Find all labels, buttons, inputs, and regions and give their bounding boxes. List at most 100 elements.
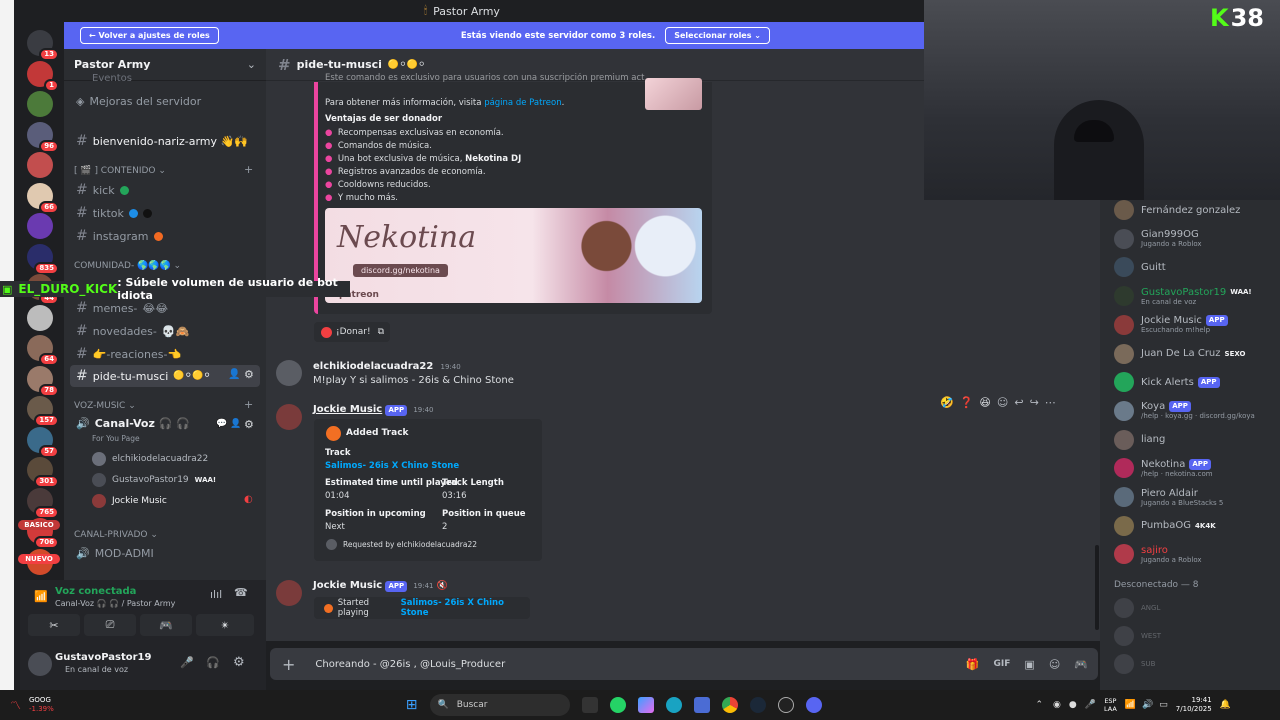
member-item[interactable]: Koya APP/help · koya.gg · discord.gg/koya <box>1114 400 1255 421</box>
select-roles-button[interactable]: Seleccionar roles ⌄ <box>665 27 770 44</box>
add-channel-icon[interactable]: + <box>244 398 253 411</box>
server-icon[interactable] <box>27 213 53 239</box>
disconnect-icon[interactable]: ☎ <box>234 586 248 599</box>
patreon-link[interactable]: página de Patreon <box>484 98 561 108</box>
gear-icon[interactable]: ⚙ <box>244 418 254 431</box>
gear-icon[interactable]: ⚙ <box>233 655 245 670</box>
server-icon[interactable]: 66 <box>27 182 59 214</box>
screen-share-button[interactable]: ⎚ <box>84 614 136 636</box>
chat-scrollbar[interactable] <box>1095 545 1099 630</box>
member-item-offline[interactable]: SUB <box>1114 654 1155 674</box>
member-item[interactable]: liang <box>1114 429 1165 450</box>
tray-microphone-icon[interactable]: 🎤 <box>1085 700 1096 710</box>
member-item[interactable]: Fernández gonzalez <box>1114 200 1240 220</box>
camera-off-button[interactable]: ✂ <box>28 614 80 636</box>
member-item[interactable]: Piero Aldair Jugando a BlueStacks 5 <box>1114 487 1223 507</box>
more-icon[interactable]: ⋯ <box>1045 396 1056 409</box>
channel-memes[interactable]: # memes- 😂😂 <box>76 300 168 316</box>
voice-user[interactable]: GustavoPastor19 WAA! <box>92 473 216 487</box>
notifications-icon[interactable]: 🔔 <box>1220 700 1231 710</box>
avatar[interactable] <box>276 404 302 430</box>
add-reaction-icon[interactable]: ☺ <box>997 396 1008 409</box>
channel-instagram[interactable]: # instagram <box>76 228 163 244</box>
server-icon[interactable]: 96 <box>27 121 59 153</box>
message-author[interactable]: Jockie Music <box>313 404 382 415</box>
steam-icon[interactable] <box>749 697 766 713</box>
language-indicator[interactable]: ESP LAA <box>1104 697 1117 713</box>
add-member-icon[interactable]: 👤 <box>228 369 240 380</box>
clock[interactable]: 19:41 7/10/2025 <box>1176 696 1212 714</box>
nekotina-banner-image[interactable]: Nekotina discord.gg/nekotina patreon <box>325 208 702 303</box>
gif-icon[interactable]: GIF <box>994 659 1011 669</box>
category-comunidad[interactable]: COMUNIDAD- 🌎🌎🌎 ⌄ <box>74 261 181 271</box>
track-link[interactable]: Salimos- 26is X Chino Stone <box>401 598 530 618</box>
tray-chevron-icon[interactable]: ⌃ <box>1036 700 1044 710</box>
server-icon[interactable]: 765 <box>27 487 59 519</box>
apps-icon[interactable]: 🎮 <box>1074 658 1088 671</box>
member-item-offline[interactable]: WEST <box>1114 626 1161 646</box>
forward-icon[interactable]: ↪ <box>1030 396 1039 409</box>
track-link[interactable]: Salimos- 26is X Chino Stone <box>325 461 459 471</box>
avatar[interactable] <box>276 580 302 606</box>
add-member-icon[interactable]: 👤 <box>230 419 241 429</box>
back-to-roles-button[interactable]: ← Volver a ajustes de roles <box>80 27 219 44</box>
chrome-icon[interactable] <box>721 697 738 713</box>
taskbar-search[interactable]: 🔍 Buscar <box>429 694 570 716</box>
stock-widget[interactable]: GOOG -1.39% <box>29 696 54 714</box>
reply-icon[interactable]: ↩ <box>1014 396 1023 409</box>
voice-user[interactable]: elchikiodelacuadra22 <box>92 452 208 466</box>
soundboard-button[interactable]: ✴ <box>196 614 254 636</box>
member-item[interactable]: Guitt <box>1114 257 1166 278</box>
voice-channel-mod-admi[interactable]: 🔊 MOD-ADMI <box>76 547 154 560</box>
member-item[interactable]: sajiro Jugando a Roblox <box>1114 544 1202 565</box>
add-channel-icon[interactable]: + <box>244 163 253 176</box>
store-icon[interactable] <box>693 697 710 713</box>
member-item-offline[interactable]: ANGL <box>1114 598 1160 618</box>
member-item[interactable]: Nekotina APP/help · nekotina.com <box>1114 458 1213 479</box>
server-icon[interactable]: 64 <box>27 335 59 366</box>
tray-icon[interactable]: ◉ <box>1053 700 1061 710</box>
server-icon[interactable] <box>27 304 53 331</box>
server-label-nuevo[interactable]: NUEVO <box>18 554 60 564</box>
gear-icon[interactable]: ⚙ <box>244 368 254 381</box>
activity-button[interactable]: 🎮 <box>140 614 192 636</box>
member-item[interactable]: PumbaOG 4K4K <box>1114 515 1216 536</box>
tray-icon[interactable]: ● <box>1069 700 1077 710</box>
channel-welcome[interactable]: # bienvenido-nariz-army 👋🙌 <box>76 133 248 149</box>
reaction-question-icon[interactable]: ❓ <box>960 396 974 409</box>
file-explorer-icon[interactable] <box>581 697 598 713</box>
sidebar-item-boosts[interactable]: ◈ Mejoras del servidor <box>76 95 201 108</box>
server-icon[interactable]: 1 <box>27 60 59 92</box>
avatar[interactable] <box>28 652 52 676</box>
reaction-laugh-icon[interactable]: 🤣 <box>940 396 954 409</box>
battery-icon[interactable]: ▭ <box>1159 700 1168 710</box>
avatar[interactable] <box>276 360 302 386</box>
channel-reaciones[interactable]: # 👉-reaciones-👈 <box>76 346 181 362</box>
server-icon[interactable]: 57 <box>27 426 59 458</box>
sidebar-item-events[interactable]: Eventos <box>92 73 132 84</box>
discord-icon[interactable] <box>805 697 822 713</box>
message-author[interactable]: Jockie Music <box>313 580 382 591</box>
sticker-icon[interactable]: ▣ <box>1024 658 1034 671</box>
edge-icon[interactable] <box>665 697 682 713</box>
channel-novedades[interactable]: # novedades- 💀🙈 <box>76 323 189 339</box>
chat-bubble-icon[interactable]: 💬 <box>216 419 227 429</box>
member-item[interactable]: Juan De La Cruz SEXO <box>1114 343 1245 364</box>
add-attachment-icon[interactable]: + <box>282 655 295 674</box>
whatsapp-icon[interactable] <box>609 697 626 713</box>
wifi-icon[interactable]: 📶 <box>1125 700 1136 710</box>
obs-icon[interactable] <box>777 697 794 713</box>
channel-kick[interactable]: # kick <box>76 182 129 198</box>
gift-icon[interactable]: 🎁 <box>966 658 980 671</box>
server-icon[interactable]: 157 <box>27 396 59 427</box>
voice-channel-canal-voz[interactable]: 🔊 Canal-Voz 🎧 🎧 <box>76 417 190 430</box>
category-voz-music[interactable]: Voz-music ⌄ <box>74 401 136 411</box>
server-label-basico[interactable]: BASICO <box>18 520 60 530</box>
server-icon[interactable]: 835 <box>27 243 59 275</box>
server-icon[interactable] <box>27 152 53 178</box>
member-item[interactable]: Kick Alerts APP <box>1114 372 1220 393</box>
copilot-icon[interactable] <box>637 697 654 713</box>
volume-icon[interactable]: 🔊 <box>1142 700 1153 710</box>
windows-start-icon[interactable]: ⊞ <box>406 697 418 713</box>
category-canal-privado[interactable]: CANAL-PRIVADO ⌄ <box>74 530 158 540</box>
